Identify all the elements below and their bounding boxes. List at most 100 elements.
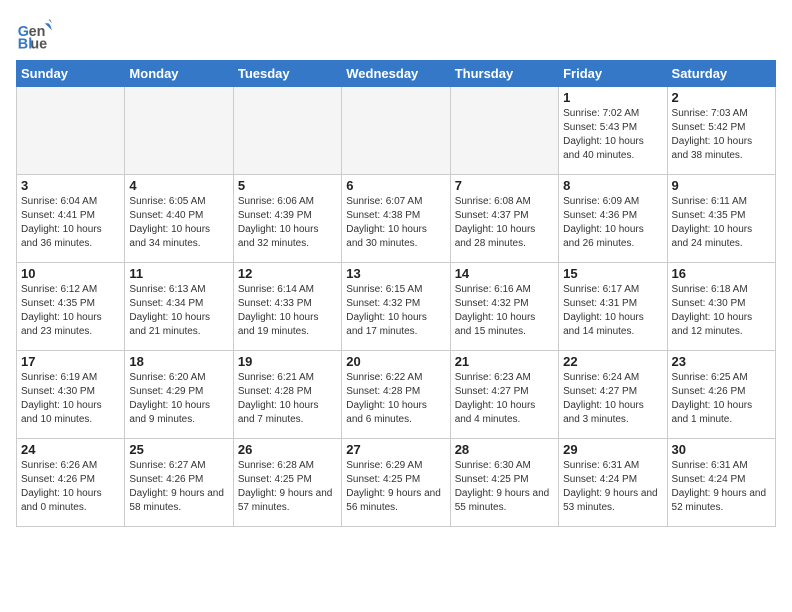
calendar-cell: [342, 87, 450, 175]
day-number: 12: [238, 266, 337, 281]
header-sunday: Sunday: [17, 61, 125, 87]
day-number: 22: [563, 354, 662, 369]
day-number: 27: [346, 442, 445, 457]
calendar-cell: 5Sunrise: 6:06 AM Sunset: 4:39 PM Daylig…: [233, 175, 341, 263]
calendar-cell: 21 Sunrise: 6:23 AM Sunset: 4:27 PM Dayli…: [450, 351, 558, 439]
week-row-4: 24 Sunrise: 6:26 AM Sunset: 4:26 PM Dayli…: [17, 439, 776, 527]
day-info: Sunrise: 6:04 AM Sunset: 4:41 PM Dayligh…: [21, 195, 120, 251]
day-info: Sunrise: 6:13 AM Sunset: 4:34 PM Dayligh…: [129, 283, 228, 339]
header-wednesday: Wednesday: [342, 61, 450, 87]
calendar-cell: 11 Sunrise: 6:13 AM Sunset: 4:34 PM Dayli…: [125, 263, 233, 351]
day-info: Sunrise: 6:24 AM Sunset: 4:27 PM Dayligh…: [563, 371, 662, 427]
day-info: Sunrise: 6:17 AM Sunset: 4:31 PM Dayligh…: [563, 283, 662, 339]
calendar-cell: 10 Sunrise: 6:12 AM Sunset: 4:35 PM Dayli…: [17, 263, 125, 351]
day-number: 19: [238, 354, 337, 369]
day-number: 14: [455, 266, 554, 281]
calendar-cell: 12 Sunrise: 6:14 AM Sunset: 4:33 PM Dayli…: [233, 263, 341, 351]
week-row-1: 3 Sunrise: 6:04 AM Sunset: 4:41 PM Daylig…: [17, 175, 776, 263]
calendar-cell: 2 Sunrise: 7:03 AM Sunset: 5:42 PM Daylig…: [667, 87, 775, 175]
header-friday: Friday: [559, 61, 667, 87]
logo-icon: G en Bl ue: [16, 16, 52, 52]
day-info: Sunrise: 6:28 AM Sunset: 4:25 PM Dayligh…: [238, 459, 337, 515]
day-number: 6: [346, 178, 445, 193]
day-info: Sunrise: 6:09 AM Sunset: 4:36 PM Dayligh…: [563, 195, 662, 251]
week-row-2: 10 Sunrise: 6:12 AM Sunset: 4:35 PM Dayli…: [17, 263, 776, 351]
week-row-0: 1 Sunrise: 7:02 AM Sunset: 5:43 PM Daylig…: [17, 87, 776, 175]
calendar-table: SundayMondayTuesdayWednesdayThursdayFrid…: [16, 60, 776, 527]
day-number: 8: [563, 178, 662, 193]
calendar-cell: 9Sunrise: 6:11 AM Sunset: 4:35 PM Daylig…: [667, 175, 775, 263]
calendar-cell: 20 Sunrise: 6:22 AM Sunset: 4:28 PM Dayli…: [342, 351, 450, 439]
day-number: 3: [21, 178, 120, 193]
day-info: Sunrise: 6:31 AM Sunset: 4:24 PM Dayligh…: [563, 459, 662, 515]
day-number: 25: [129, 442, 228, 457]
calendar-cell: [233, 87, 341, 175]
header-saturday: Saturday: [667, 61, 775, 87]
calendar-cell: [125, 87, 233, 175]
day-number: 17: [21, 354, 120, 369]
calendar-cell: 1 Sunrise: 7:02 AM Sunset: 5:43 PM Daylig…: [559, 87, 667, 175]
day-number: 13: [346, 266, 445, 281]
day-number: 2: [672, 90, 771, 105]
calendar-cell: 4 Sunrise: 6:05 AM Sunset: 4:40 PM Daylig…: [125, 175, 233, 263]
day-number: 7: [455, 178, 554, 193]
calendar-cell: 24 Sunrise: 6:26 AM Sunset: 4:26 PM Dayli…: [17, 439, 125, 527]
calendar-cell: 18 Sunrise: 6:20 AM Sunset: 4:29 PM Dayli…: [125, 351, 233, 439]
header-monday: Monday: [125, 61, 233, 87]
day-info: Sunrise: 6:23 AM Sunset: 4:27 PM Dayligh…: [455, 371, 554, 427]
day-info: Sunrise: 7:03 AM Sunset: 5:42 PM Dayligh…: [672, 107, 771, 163]
calendar-cell: 3 Sunrise: 6:04 AM Sunset: 4:41 PM Daylig…: [17, 175, 125, 263]
calendar-cell: [450, 87, 558, 175]
day-info: Sunrise: 6:11 AM Sunset: 4:35 PM Dayligh…: [672, 195, 771, 251]
day-number: 15: [563, 266, 662, 281]
calendar-cell: 28 Sunrise: 6:30 AM Sunset: 4:25 PM Dayli…: [450, 439, 558, 527]
day-info: Sunrise: 7:02 AM Sunset: 5:43 PM Dayligh…: [563, 107, 662, 163]
calendar-cell: 27 Sunrise: 6:29 AM Sunset: 4:25 PM Dayli…: [342, 439, 450, 527]
calendar-cell: 14 Sunrise: 6:16 AM Sunset: 4:32 PM Dayli…: [450, 263, 558, 351]
calendar-cell: 30Sunrise: 6:31 AM Sunset: 4:24 PM Dayli…: [667, 439, 775, 527]
day-info: Sunrise: 6:07 AM Sunset: 4:38 PM Dayligh…: [346, 195, 445, 251]
day-info: Sunrise: 6:06 AM Sunset: 4:39 PM Dayligh…: [238, 195, 337, 251]
calendar-cell: 7Sunrise: 6:08 AM Sunset: 4:37 PM Daylig…: [450, 175, 558, 263]
calendar-header-row: SundayMondayTuesdayWednesdayThursdayFrid…: [17, 61, 776, 87]
week-row-3: 17 Sunrise: 6:19 AM Sunset: 4:30 PM Dayli…: [17, 351, 776, 439]
day-info: Sunrise: 6:26 AM Sunset: 4:26 PM Dayligh…: [21, 459, 120, 515]
day-number: 29: [563, 442, 662, 457]
day-number: 21: [455, 354, 554, 369]
day-info: Sunrise: 6:29 AM Sunset: 4:25 PM Dayligh…: [346, 459, 445, 515]
day-number: 4: [129, 178, 228, 193]
header-thursday: Thursday: [450, 61, 558, 87]
day-info: Sunrise: 6:21 AM Sunset: 4:28 PM Dayligh…: [238, 371, 337, 427]
calendar-cell: 19 Sunrise: 6:21 AM Sunset: 4:28 PM Dayli…: [233, 351, 341, 439]
calendar-cell: 13Sunrise: 6:15 AM Sunset: 4:32 PM Dayli…: [342, 263, 450, 351]
header-tuesday: Tuesday: [233, 61, 341, 87]
day-number: 1: [563, 90, 662, 105]
day-number: 11: [129, 266, 228, 281]
day-info: Sunrise: 6:16 AM Sunset: 4:32 PM Dayligh…: [455, 283, 554, 339]
calendar-cell: 25Sunrise: 6:27 AM Sunset: 4:26 PM Dayli…: [125, 439, 233, 527]
page-header: G en Bl ue: [16, 16, 776, 52]
calendar-cell: 16Sunrise: 6:18 AM Sunset: 4:30 PM Dayli…: [667, 263, 775, 351]
day-number: 16: [672, 266, 771, 281]
day-info: Sunrise: 6:22 AM Sunset: 4:28 PM Dayligh…: [346, 371, 445, 427]
calendar-cell: [17, 87, 125, 175]
calendar-cell: 29 Sunrise: 6:31 AM Sunset: 4:24 PM Dayli…: [559, 439, 667, 527]
day-number: 23: [672, 354, 771, 369]
day-info: Sunrise: 6:31 AM Sunset: 4:24 PM Dayligh…: [672, 459, 771, 515]
day-number: 28: [455, 442, 554, 457]
calendar-cell: 17 Sunrise: 6:19 AM Sunset: 4:30 PM Dayli…: [17, 351, 125, 439]
day-info: Sunrise: 6:30 AM Sunset: 4:25 PM Dayligh…: [455, 459, 554, 515]
calendar-cell: 23Sunrise: 6:25 AM Sunset: 4:26 PM Dayli…: [667, 351, 775, 439]
day-number: 24: [21, 442, 120, 457]
logo: G en Bl ue: [16, 16, 56, 52]
day-info: Sunrise: 6:05 AM Sunset: 4:40 PM Dayligh…: [129, 195, 228, 251]
day-number: 10: [21, 266, 120, 281]
day-info: Sunrise: 6:19 AM Sunset: 4:30 PM Dayligh…: [21, 371, 120, 427]
day-info: Sunrise: 6:12 AM Sunset: 4:35 PM Dayligh…: [21, 283, 120, 339]
day-info: Sunrise: 6:14 AM Sunset: 4:33 PM Dayligh…: [238, 283, 337, 339]
calendar-cell: 8 Sunrise: 6:09 AM Sunset: 4:36 PM Daylig…: [559, 175, 667, 263]
day-number: 20: [346, 354, 445, 369]
calendar-cell: 15 Sunrise: 6:17 AM Sunset: 4:31 PM Dayli…: [559, 263, 667, 351]
day-number: 18: [129, 354, 228, 369]
day-info: Sunrise: 6:20 AM Sunset: 4:29 PM Dayligh…: [129, 371, 228, 427]
